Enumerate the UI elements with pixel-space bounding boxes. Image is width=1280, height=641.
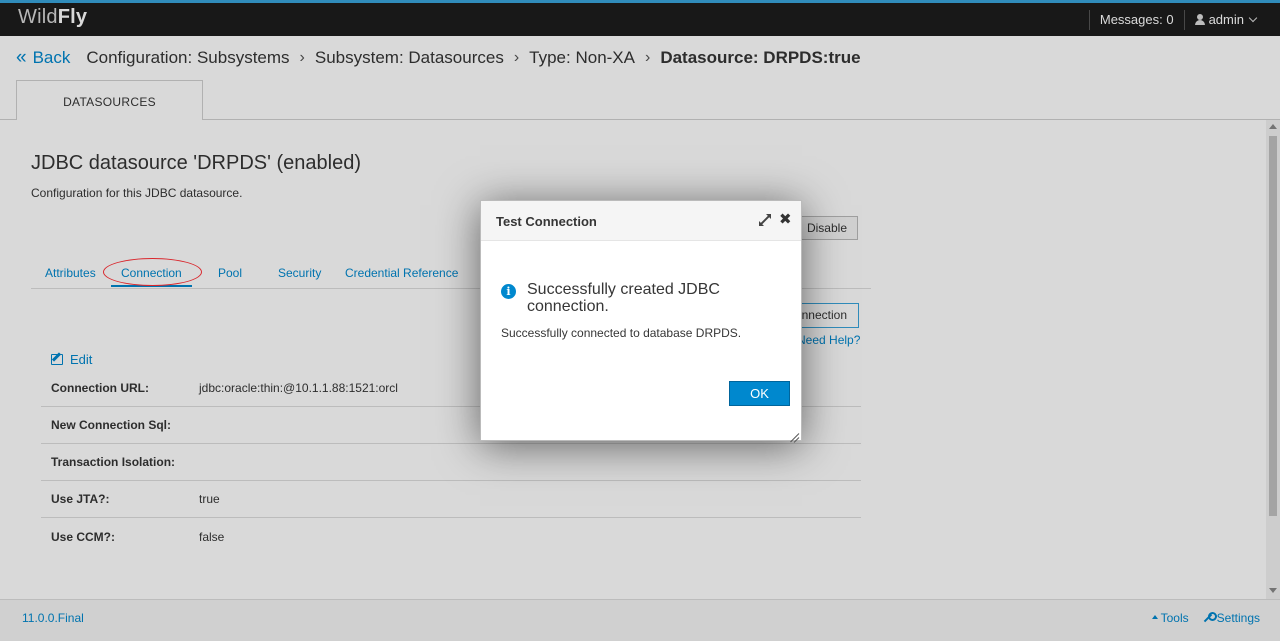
dialog-title: Test Connection — [496, 214, 597, 229]
test-connection-dialog: Test Connection ✖ i Successfully created… — [480, 200, 802, 441]
dialog-header: Test Connection ✖ — [481, 201, 801, 241]
close-icon[interactable]: ✖ — [779, 211, 792, 229]
resize-grip-icon[interactable] — [787, 426, 799, 438]
annotation-circle — [103, 258, 202, 286]
ok-button[interactable]: OK — [729, 381, 790, 406]
maximize-icon[interactable] — [759, 214, 771, 226]
info-icon: i — [501, 284, 516, 299]
message-title: Successfully created JDBC connection. — [527, 281, 720, 315]
message-body: Successfully connected to database DRPDS… — [501, 326, 742, 340]
